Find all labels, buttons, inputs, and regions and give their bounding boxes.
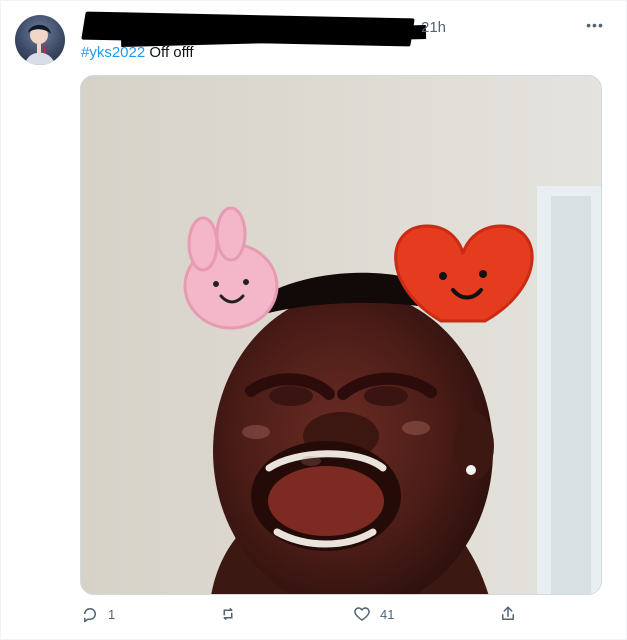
avatar-image <box>25 24 55 65</box>
retweet-icon <box>223 608 233 620</box>
avatar[interactable] <box>15 15 65 65</box>
retweet-button[interactable] <box>219 605 246 623</box>
tweet-media[interactable] <box>80 75 602 595</box>
meme-image <box>81 76 601 594</box>
reply-count: 1 <box>108 606 116 622</box>
share-icon <box>502 606 514 620</box>
tweet-card[interactable]: 21h ••• #yks2022 Off offf 1 41 <box>0 0 627 640</box>
tweet-text-rest: Off offf <box>145 44 194 61</box>
reply-button[interactable]: 1 <box>81 605 115 623</box>
share-button[interactable] <box>499 605 517 623</box>
reply-icon <box>84 608 96 623</box>
like-button[interactable]: 41 <box>353 605 394 623</box>
timestamp[interactable]: 21h <box>421 19 446 36</box>
more-button[interactable]: ••• <box>585 15 605 35</box>
heart-icon <box>354 607 370 621</box>
like-count: 41 <box>380 606 395 622</box>
hashtag-link[interactable]: #yks2022 <box>81 44 145 61</box>
tweet-text: #yks2022 Off offf <box>81 43 194 63</box>
more-icon: ••• <box>586 17 604 33</box>
tweet-actions: 1 41 <box>81 605 521 629</box>
